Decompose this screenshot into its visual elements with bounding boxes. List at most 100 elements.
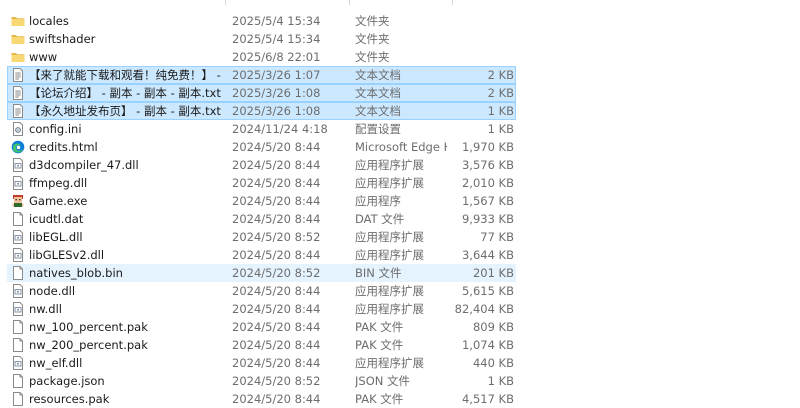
file-date-modified: 2025/5/4 15:34 [232, 14, 321, 28]
file-date-modified: 2024/5/20 8:44 [232, 392, 321, 406]
dll-file-icon [11, 230, 25, 244]
file-row[interactable]: node.dll 2024/5/20 8:44 应用程序扩展 5,615 KB [0, 282, 800, 300]
game-exe-icon [11, 194, 25, 208]
file-row[interactable]: nw_100_percent.pak 2024/5/20 8:44 PAK 文件… [0, 318, 800, 336]
file-row[interactable]: credits.html 2024/5/20 8:44 Microsoft Ed… [0, 138, 800, 156]
file-name: resources.pak [29, 392, 110, 406]
blank-file-icon [11, 338, 25, 352]
file-row[interactable]: Game.exe 2024/5/20 8:44 应用程序 1,567 KB [0, 192, 800, 210]
file-date-modified: 2024/11/24 4:18 [232, 122, 328, 136]
dll-file-icon [11, 176, 25, 190]
file-type: 文件夹 [355, 50, 390, 64]
file-date-modified: 2024/5/20 8:44 [232, 140, 321, 154]
blank-file-icon [11, 320, 25, 334]
blank-file-icon [11, 374, 25, 388]
file-name: config.ini [29, 122, 82, 136]
file-size: 2 KB [487, 86, 514, 100]
file-name: nw_100_percent.pak [29, 320, 148, 334]
file-size: 1,567 KB [461, 194, 514, 208]
file-row[interactable]: d3dcompiler_47.dll 2024/5/20 8:44 应用程序扩展… [0, 156, 800, 174]
file-row[interactable]: ffmpeg.dll 2024/5/20 8:44 应用程序扩展 2,010 K… [0, 174, 800, 192]
file-name: 【永久地址发布页】 - 副本 - 副本.txt [29, 104, 221, 118]
file-row[interactable]: config.ini 2024/11/24 4:18 配置设置 1 KB [0, 120, 800, 138]
text-file-icon [11, 104, 25, 118]
file-date-modified: 2024/5/20 8:52 [232, 230, 321, 244]
file-row[interactable]: natives_blob.bin 2024/5/20 8:52 BIN 文件 2… [0, 264, 800, 282]
folder-icon [11, 50, 25, 64]
file-name: swiftshader [29, 32, 96, 46]
file-date-modified: 2024/5/20 8:44 [232, 248, 321, 262]
file-date-modified: 2024/5/20 8:52 [232, 374, 321, 388]
file-name: d3dcompiler_47.dll [29, 158, 139, 172]
text-file-icon [11, 68, 25, 82]
file-row[interactable]: nw.dll 2024/5/20 8:44 应用程序扩展 82,404 KB [0, 300, 800, 318]
file-name: credits.html [29, 140, 98, 154]
file-date-modified: 2024/5/20 8:44 [232, 194, 321, 208]
file-row[interactable]: 【论坛介绍】 - 副本 - 副本 - 副本.txt 2025/3/26 1:08… [0, 84, 800, 102]
file-size: 1,074 KB [461, 338, 514, 352]
file-date-modified: 2025/5/4 15:34 [232, 32, 321, 46]
file-size: 1,970 KB [461, 140, 514, 154]
file-row[interactable]: swiftshader 2025/5/4 15:34 文件夹 [0, 30, 800, 48]
file-row[interactable]: nw_elf.dll 2024/5/20 8:44 应用程序扩展 440 KB [0, 354, 800, 372]
file-date-modified: 2024/5/20 8:44 [232, 158, 321, 172]
file-name: nw.dll [29, 302, 62, 316]
file-date-modified: 2024/5/20 8:44 [232, 176, 321, 190]
dll-file-icon [11, 302, 25, 316]
file-list: locales 2025/5/4 15:34 文件夹 swiftshader 2… [0, 12, 800, 408]
dll-file-icon [11, 356, 25, 370]
file-size: 4,517 KB [461, 392, 514, 406]
file-row[interactable]: libGLESv2.dll 2024/5/20 8:44 应用程序扩展 3,64… [0, 246, 800, 264]
file-name: node.dll [29, 284, 76, 298]
file-size: 809 KB [472, 320, 514, 334]
blank-file-icon [11, 266, 25, 280]
column-divider[interactable] [349, 0, 350, 5]
file-row[interactable]: resources.pak 2024/5/20 8:44 PAK 文件 4,51… [0, 390, 800, 408]
file-date-modified: 2024/5/20 8:44 [232, 302, 321, 316]
file-name: locales [29, 14, 69, 28]
file-date-modified: 2025/6/8 22:01 [232, 50, 321, 64]
file-name: libGLESv2.dll [29, 248, 105, 262]
file-name: icudtl.dat [29, 212, 84, 226]
file-name: 【论坛介绍】 - 副本 - 副本 - 副本.txt [29, 86, 221, 100]
dll-file-icon [11, 284, 25, 298]
file-date-modified: 2024/5/20 8:44 [232, 284, 321, 298]
column-divider[interactable] [452, 0, 453, 5]
file-size: 2 KB [487, 68, 514, 82]
column-header-strip [0, 0, 800, 6]
file-size: 1 KB [487, 104, 514, 118]
file-row[interactable]: icudtl.dat 2024/5/20 8:44 DAT 文件 9,933 K… [0, 210, 800, 228]
file-row[interactable]: 【永久地址发布页】 - 副本 - 副本.txt 2025/3/26 1:08 文… [0, 102, 800, 120]
file-name: libEGL.dll [29, 230, 83, 244]
folder-icon [11, 32, 25, 46]
file-size: 82,404 KB [454, 302, 514, 316]
file-name: Game.exe [29, 194, 88, 208]
file-row[interactable]: 【来了就能下载和观看！纯免费！】 - 副本 - 副本 - 副本.txt 2025… [0, 66, 800, 84]
file-row[interactable]: locales 2025/5/4 15:34 文件夹 [0, 12, 800, 30]
blank-file-icon [11, 212, 25, 226]
file-row[interactable]: www 2025/6/8 22:01 文件夹 [0, 48, 800, 66]
settings-file-icon [11, 122, 25, 136]
file-size: 201 KB [472, 266, 514, 280]
dll-file-icon [11, 158, 25, 172]
file-row[interactable]: package.json 2024/5/20 8:52 JSON 文件 1 KB [0, 372, 800, 390]
file-date-modified: 2025/3/26 1:07 [232, 68, 321, 82]
dll-file-icon [11, 248, 25, 262]
edge-icon [11, 140, 25, 154]
file-size: 1 KB [487, 122, 514, 136]
file-size: 77 KB [480, 230, 514, 244]
file-size: 3,576 KB [461, 158, 514, 172]
file-size: 440 KB [472, 356, 514, 370]
text-file-icon [11, 86, 25, 100]
file-name: nw_elf.dll [29, 356, 83, 370]
file-size: 9,933 KB [461, 212, 514, 226]
blank-file-icon [11, 392, 25, 406]
file-type: 文件夹 [355, 14, 390, 28]
file-size: 2,010 KB [461, 176, 514, 190]
column-divider[interactable] [225, 0, 226, 5]
file-size: 1 KB [487, 374, 514, 388]
file-date-modified: 2024/5/20 8:44 [232, 320, 321, 334]
file-row[interactable]: libEGL.dll 2024/5/20 8:52 应用程序扩展 77 KB [0, 228, 800, 246]
file-date-modified: 2025/3/26 1:08 [232, 104, 321, 118]
file-row[interactable]: nw_200_percent.pak 2024/5/20 8:44 PAK 文件… [0, 336, 800, 354]
